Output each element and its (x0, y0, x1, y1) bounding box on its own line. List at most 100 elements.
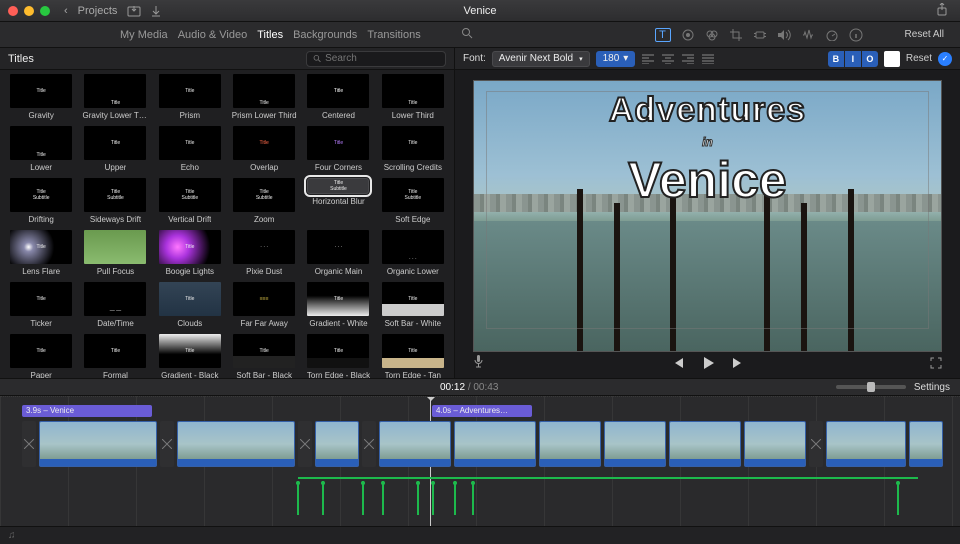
title-tile[interactable]: TitleBoogie Lights (155, 230, 225, 276)
title-tile[interactable]: TitlePrism Lower Third (229, 74, 299, 120)
title-line-1[interactable]: Adventures (474, 91, 941, 130)
title-tile[interactable]: TitleLens Flare (6, 230, 76, 276)
font-size-field[interactable]: 180 ▾ (596, 51, 636, 67)
settings-button[interactable]: Settings (914, 382, 950, 393)
clip[interactable] (669, 421, 741, 467)
title-tile[interactable]: TitleSubtitleDrifting (6, 178, 76, 224)
clip[interactable] (826, 421, 906, 467)
title-tile[interactable]: TitleSubtitleZoom (229, 178, 299, 224)
title-tile[interactable]: TitleSubtitleSoft Edge (378, 178, 448, 224)
title-tile[interactable]: · · ·Organic Main (303, 230, 373, 276)
share-icon[interactable] (936, 3, 948, 16)
stabilize-icon[interactable] (753, 28, 767, 42)
clip[interactable] (909, 421, 943, 467)
title-tile[interactable]: TitleFour Corners (303, 126, 373, 172)
title-tile[interactable]: TitleFormal (80, 334, 150, 378)
preview-viewer[interactable]: Adventures in Venice (473, 80, 942, 352)
download-icon[interactable] (151, 5, 161, 17)
clip[interactable] (39, 421, 157, 467)
title-tile[interactable]: TitleCentered (303, 74, 373, 120)
align-right-icon[interactable] (681, 52, 695, 66)
outline-toggle[interactable]: O (862, 51, 878, 67)
reset-all-button[interactable]: Reset All (905, 29, 944, 40)
title-line-2[interactable]: in (474, 135, 941, 149)
title-tile[interactable]: TitleSubtitleSideways Drift (80, 178, 150, 224)
title-tile[interactable]: TitleSoft Bar - Black (229, 334, 299, 378)
prev-clip-icon[interactable] (671, 357, 685, 372)
tab-transitions[interactable]: Transitions (367, 29, 420, 41)
title-tile[interactable]: TitleGravity (6, 74, 76, 120)
transition-icon[interactable] (809, 421, 823, 467)
reset-button[interactable]: Reset (906, 53, 932, 64)
title-tile[interactable]: TitleTorn Edge - Black (303, 334, 373, 378)
title-tile[interactable]: TitlePrism (155, 74, 225, 120)
title-tile[interactable]: TitleGravity Lower Third (80, 74, 150, 120)
clip[interactable] (379, 421, 451, 467)
color-balance-icon[interactable] (681, 28, 695, 42)
clip[interactable] (454, 421, 536, 467)
color-correction-icon[interactable] (705, 28, 719, 42)
zoom-search-icon[interactable] (461, 27, 473, 42)
title-tile[interactable]: TitlePaper (6, 334, 76, 378)
clip[interactable] (539, 421, 601, 467)
title-tile[interactable]: TitleOverlap (229, 126, 299, 172)
title-tile[interactable]: ≡≡≡Far Far Away (229, 282, 299, 328)
clip[interactable] (744, 421, 806, 467)
zoom-window[interactable] (40, 6, 50, 16)
font-family-select[interactable]: Avenir Next Bold ▾ (492, 51, 590, 67)
align-left-icon[interactable] (641, 52, 655, 66)
title-tile[interactable]: TitleUpper (80, 126, 150, 172)
align-justify-icon[interactable] (701, 52, 715, 66)
title-tile[interactable]: TitleSoft Bar - White (378, 282, 448, 328)
transition-icon[interactable] (298, 421, 312, 467)
back-projects[interactable]: Projects (78, 5, 118, 17)
title-tile[interactable]: TitleSubtitleHorizontal Blur (303, 178, 373, 224)
clip[interactable] (315, 421, 359, 467)
import-media-icon[interactable] (127, 5, 141, 17)
tab-audio-video[interactable]: Audio & Video (178, 29, 248, 41)
title-tile[interactable]: TitleTicker (6, 282, 76, 328)
align-center-icon[interactable] (661, 52, 675, 66)
noise-reduction-icon[interactable] (801, 28, 815, 42)
back-icon[interactable]: ‹ (64, 5, 68, 17)
info-icon[interactable] (849, 28, 863, 42)
fullscreen-icon[interactable] (930, 357, 942, 372)
title-tile[interactable]: — —Date/Time (80, 282, 150, 328)
bold-toggle[interactable]: B (828, 51, 844, 67)
transition-icon[interactable] (362, 421, 376, 467)
crop-icon[interactable] (729, 28, 743, 42)
tab-backgrounds[interactable]: Backgrounds (293, 29, 357, 41)
title-tile[interactable]: TitleGradient - Black (155, 334, 225, 378)
title-tile[interactable]: TitleScrolling Credits (378, 126, 448, 172)
speed-icon[interactable] (825, 28, 839, 42)
timeline[interactable]: 3.9s – Venice 4.0s – Adventures… ♫ (0, 396, 960, 544)
apply-check-icon[interactable]: ✓ (938, 52, 952, 66)
tab-my-media[interactable]: My Media (120, 29, 168, 41)
play-icon[interactable] (701, 356, 715, 373)
search-field[interactable] (306, 51, 446, 67)
title-tile[interactable]: TitleLower Third (378, 74, 448, 120)
title-clip-2[interactable]: 4.0s – Adventures… (432, 405, 532, 417)
minimize-window[interactable] (24, 6, 34, 16)
text-color-well[interactable] (884, 51, 900, 67)
clip[interactable] (604, 421, 666, 467)
title-line-3[interactable]: Venice (474, 151, 941, 209)
title-tile[interactable]: TitleEcho (155, 126, 225, 172)
title-tile[interactable]: · · ·Pixie Dust (229, 230, 299, 276)
timeline-zoom-slider[interactable] (836, 385, 906, 389)
music-track[interactable]: ♫ (0, 526, 960, 544)
title-tile[interactable]: TitleGradient - White (303, 282, 373, 328)
title-tile[interactable]: · · ·Organic Lower (378, 230, 448, 276)
title-tile[interactable]: TitleTorn Edge - Tan (378, 334, 448, 378)
next-clip-icon[interactable] (731, 357, 745, 372)
clip[interactable] (177, 421, 295, 467)
title-tile[interactable]: TitleSubtitleVertical Drift (155, 178, 225, 224)
volume-icon[interactable] (777, 28, 791, 42)
title-tile[interactable]: TitleClouds (155, 282, 225, 328)
close-window[interactable] (8, 6, 18, 16)
italic-toggle[interactable]: I (845, 51, 861, 67)
transition-icon[interactable] (160, 421, 174, 467)
title-tile[interactable]: Pull Focus (80, 230, 150, 276)
voiceover-icon[interactable] (473, 354, 484, 372)
search-input[interactable] (325, 53, 439, 64)
